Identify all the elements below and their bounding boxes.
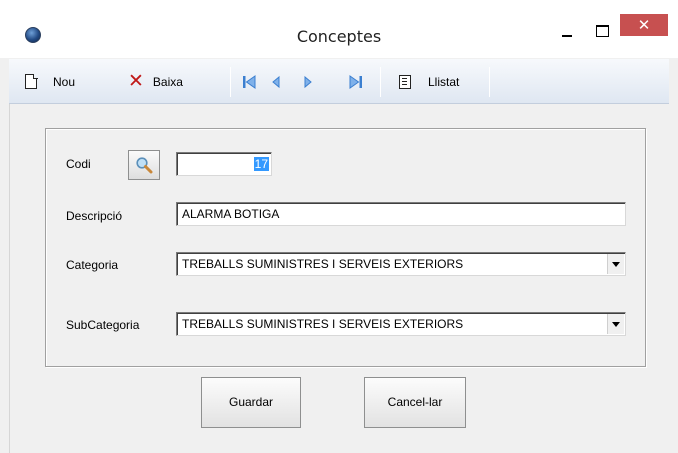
- subcategoria-select[interactable]: TREBALLS SUMINISTRES I SERVEIS EXTERIORS: [176, 312, 626, 336]
- chevron-down-icon[interactable]: [607, 314, 624, 334]
- first-record-icon: [243, 74, 256, 89]
- last-record-icon: [349, 74, 362, 89]
- last-record-button[interactable]: [349, 59, 363, 104]
- toolbar-separator: [230, 67, 231, 97]
- subcategoria-label: SubCategoria: [66, 318, 140, 332]
- new-label: Nou: [53, 74, 76, 89]
- window-left-edge: [9, 104, 10, 453]
- lookup-button[interactable]: [128, 150, 160, 180]
- delete-x-icon: ✕: [128, 70, 144, 92]
- categoria-value: TREBALLS SUMINISTRES I SERVEIS EXTERIORS: [182, 257, 464, 271]
- categoria-label: Categoria: [66, 258, 119, 272]
- window: Conceptes ✕ Nou ✕ Baixa Llistat Codi 17 …: [0, 0, 678, 453]
- codi-field[interactable]: 17: [176, 152, 272, 176]
- next-record-icon: [304, 75, 312, 88]
- new-doc-icon: [25, 73, 38, 89]
- save-button[interactable]: Guardar: [201, 377, 301, 428]
- maximize-button[interactable]: [586, 14, 618, 44]
- next-record-button[interactable]: [303, 59, 313, 104]
- codi-label: Codi: [66, 157, 91, 171]
- close-button[interactable]: ✕: [620, 14, 668, 36]
- minimize-button[interactable]: [548, 14, 586, 44]
- categoria-select[interactable]: TREBALLS SUMINISTRES I SERVEIS EXTERIORS: [176, 252, 626, 276]
- descripcio-field[interactable]: ALARMA BOTIGA: [176, 202, 626, 226]
- subcategoria-value: TREBALLS SUMINISTRES I SERVEIS EXTERIORS: [182, 317, 464, 331]
- previous-record-icon: [272, 75, 280, 88]
- cancel-button[interactable]: Cancel-lar: [364, 377, 466, 428]
- first-record-button[interactable]: [242, 59, 256, 104]
- toolbar-separator: [380, 67, 381, 97]
- delete-button[interactable]: ✕ Baixa: [128, 59, 183, 104]
- new-button[interactable]: Nou: [25, 59, 75, 104]
- chevron-down-icon[interactable]: [607, 254, 624, 274]
- list-report-icon: [399, 74, 411, 89]
- list-label: Llistat: [428, 74, 460, 89]
- magnifier-icon: [136, 157, 153, 174]
- title-bar: Conceptes ✕: [0, 0, 678, 58]
- descripcio-label: Descripció: [66, 209, 123, 223]
- delete-label: Baixa: [152, 74, 183, 89]
- previous-record-button[interactable]: [271, 59, 281, 104]
- list-button[interactable]: Llistat: [399, 59, 459, 104]
- toolbar-separator: [489, 67, 490, 97]
- codi-value: 17: [253, 157, 269, 171]
- toolbar: Nou ✕ Baixa Llistat: [9, 59, 669, 104]
